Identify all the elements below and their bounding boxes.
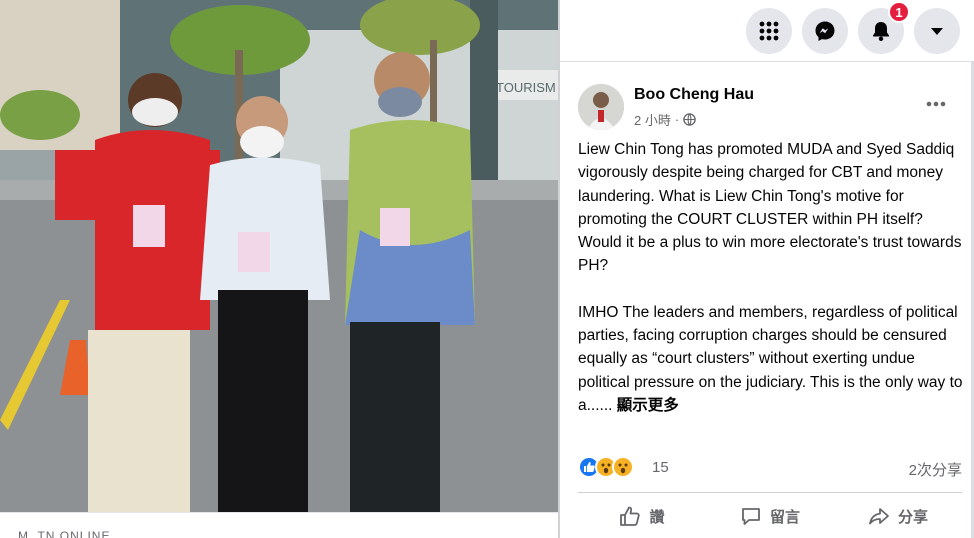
post-paragraph: Liew Chin Tong has promoted MUDA and Sye… [578,141,962,275]
comment-button[interactable]: 留言 [706,496,834,536]
share-label: 分享 [897,508,928,526]
wow-icon [612,456,634,478]
post-time[interactable]: 2 小時 [634,110,671,129]
see-more-link[interactable]: 顯示更多 [617,397,679,414]
avatar-image [578,84,624,130]
action-divider [578,492,962,493]
like-label: 讚 [649,508,665,526]
post-photo[interactable]: TOURISM [0,0,558,512]
thumbs-up-icon [620,506,641,526]
caret-down-icon [931,28,943,35]
reactions-bar: 15 2次分享 [578,456,962,480]
more-dots-icon [926,101,946,107]
photo-illustration: TOURISM [0,0,558,512]
post-actions: 讚 留言 分享 [578,496,962,536]
account-menu-button[interactable] [914,8,960,54]
author-avatar[interactable] [578,84,624,130]
svg-text:TOURISM: TOURISM [496,80,556,95]
meta-separator: · [674,112,680,127]
share-arrow-icon [869,508,889,525]
notifications-badge: 1 [888,1,910,23]
post-paragraph-2: IMHO The leaders and members, regardless… [578,301,966,417]
messenger-icon [815,21,835,41]
top-navigation-bar: 1 [560,0,974,62]
reaction-icons[interactable] [578,456,634,478]
comment-label: 留言 [769,508,800,526]
notifications-button[interactable]: 1 [858,1,910,54]
post-panel: 1 Boo Cheng Hau 2 小時 · Liew Chin Tong ha… [560,0,974,538]
messenger-button[interactable] [802,8,848,54]
post-text: Liew Chin Tong has promoted MUDA and Sye… [578,138,966,440]
bell-icon [873,22,889,41]
globe-icon[interactable] [683,113,696,126]
grid-menu-icon [759,21,779,41]
menu-button[interactable] [746,8,792,54]
photo-footer: M. TN ONLINE [0,512,558,538]
author-name[interactable]: Boo Cheng Hau [634,86,754,104]
like-button[interactable]: 讚 [578,496,706,536]
comment-icon [742,508,760,525]
post-header: Boo Cheng Hau 2 小時 · [578,84,958,130]
post-options-button[interactable] [922,94,950,114]
post-meta: 2 小時 · [634,110,696,129]
share-button[interactable]: 分享 [834,496,962,536]
share-count[interactable]: 2次分享 [909,459,962,480]
reaction-count[interactable]: 15 [652,459,669,476]
photo-caption-fragment: M. TN ONLINE [18,529,111,538]
